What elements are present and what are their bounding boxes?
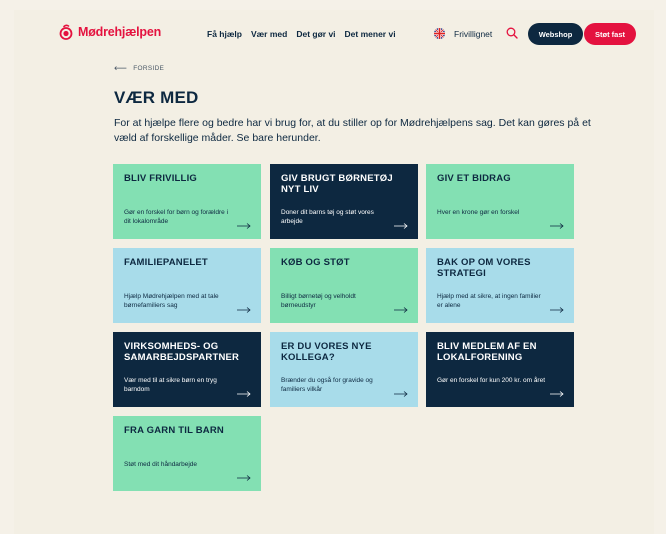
card-bak-op-om-strategi[interactable]: BAK OP OM VORES STRATEGI Hjælp med at si… bbox=[426, 248, 574, 323]
breadcrumb-label: FORSIDE bbox=[133, 65, 165, 72]
card-title: GIV BRUGT BØRNETØJ NYT LIV bbox=[281, 173, 393, 195]
logo[interactable]: Mødrehjælpen bbox=[58, 24, 161, 40]
card-title: BAK OP OM VORES STRATEGI bbox=[437, 257, 531, 279]
card-title: VIRKSOMHEDS- OG SAMARBEJDSPARTNER bbox=[124, 341, 240, 363]
card-description: Hjælp med at sikre, at ingen familier er… bbox=[437, 293, 541, 309]
card-title: GIV ET BIDRAG bbox=[437, 173, 511, 184]
frivillignet-link[interactable]: Frivillignet bbox=[454, 29, 492, 39]
page: Mødrehjælpen Få hjælp Vær med Det gør vi… bbox=[14, 10, 654, 534]
breadcrumb[interactable]: ⟵ FORSIDE bbox=[114, 63, 164, 74]
card-title: FRA GARN TIL BARN bbox=[124, 425, 224, 436]
card-familiepanelet[interactable]: FAMILIEPANELET Hjælp Mødrehjælpen med at… bbox=[113, 248, 261, 323]
arrow-right-icon bbox=[394, 391, 408, 397]
card-description: Brænder du også for gravide og familiers… bbox=[281, 377, 373, 393]
card-description: Billigt børnetøj og velholdt børneudstyr bbox=[281, 293, 356, 309]
nav-item-det-goer-vi[interactable]: Det gør vi bbox=[296, 29, 335, 39]
card-ny-kollega[interactable]: ER DU VORES NYE KOLLEGA? Brænder du også… bbox=[270, 332, 418, 407]
logo-text: Mødrehjælpen bbox=[78, 25, 162, 39]
card-description: Hver en krone gør en forskel bbox=[437, 209, 520, 216]
card-title: KØB OG STØT bbox=[281, 257, 350, 268]
card-description: Gør en forskel for børn og forældre i di… bbox=[124, 209, 229, 225]
card-title: BLIV MEDLEM AF EN LOKALFORENING bbox=[437, 341, 537, 363]
card-giv-et-bidrag[interactable]: GIV ET BIDRAG Hver en krone gør en forsk… bbox=[426, 164, 574, 239]
arrow-right-icon bbox=[550, 223, 564, 229]
page-margin bbox=[0, 0, 14, 534]
arrow-right-icon bbox=[550, 391, 564, 397]
search-icon[interactable] bbox=[506, 27, 518, 39]
arrow-right-icon bbox=[237, 307, 251, 313]
arrow-right-icon bbox=[237, 391, 251, 397]
uk-flag-icon[interactable] bbox=[434, 28, 445, 39]
card-title: FAMILIEPANELET bbox=[124, 257, 208, 268]
nav-item-det-mener-vi[interactable]: Det mener vi bbox=[345, 29, 396, 39]
card-fra-garn-til-barn[interactable]: FRA GARN TIL BARN Støt med dit håndarbej… bbox=[113, 416, 261, 491]
site-header: Mødrehjælpen Få hjælp Vær med Det gør vi… bbox=[14, 10, 654, 60]
card-title: BLIV FRIVILLIG bbox=[124, 173, 197, 184]
nav-item-faa-hjaelp[interactable]: Få hjælp bbox=[207, 29, 242, 39]
card-title: ER DU VORES NYE KOLLEGA? bbox=[281, 341, 372, 363]
arrow-right-icon bbox=[394, 223, 408, 229]
card-description: Hjælp Mødrehjælpen med at tale børnefami… bbox=[124, 293, 219, 309]
arrow-right-icon bbox=[237, 475, 251, 481]
card-lokalforening[interactable]: BLIV MEDLEM AF EN LOKALFORENING Gør en f… bbox=[426, 332, 574, 407]
intro-text: For at hjælpe flere og bedre har vi brug… bbox=[114, 117, 591, 144]
card-koeb-og-stoet[interactable]: KØB OG STØT Billigt børnetøj og velholdt… bbox=[270, 248, 418, 323]
card-bliv-frivillig[interactable]: BLIV FRIVILLIG Gør en forskel for børn o… bbox=[113, 164, 261, 239]
arrow-right-icon bbox=[550, 307, 564, 313]
card-giv-brugt-boernetoej[interactable]: GIV BRUGT BØRNETØJ NYT LIV Doner dit bar… bbox=[270, 164, 418, 239]
card-description: Vær med til at sikre børn en tryg barndo… bbox=[124, 377, 217, 393]
card-virksomhedspartner[interactable]: VIRKSOMHEDS- OG SAMARBEJDSPARTNER Vær me… bbox=[113, 332, 261, 407]
arrow-right-icon bbox=[394, 307, 408, 313]
card-description: Doner dit barns tøj og støt vores arbejd… bbox=[281, 209, 374, 225]
arrow-left-icon: ⟵ bbox=[114, 63, 128, 73]
card-description: Støt med dit håndarbejde bbox=[124, 461, 197, 468]
main-nav: Få hjælp Vær med Det gør vi Det mener vi bbox=[207, 29, 396, 39]
logo-icon bbox=[59, 24, 73, 40]
page-title: VÆR MED bbox=[114, 88, 199, 107]
arrow-right-icon bbox=[237, 223, 251, 229]
card-description: Gør en forskel for kun 200 kr. om året bbox=[437, 377, 546, 384]
nav-item-vaer-med[interactable]: Vær med bbox=[251, 29, 287, 39]
webshop-button[interactable]: Webshop bbox=[528, 23, 583, 45]
stoet-fast-button[interactable]: Støt fast bbox=[584, 23, 636, 45]
